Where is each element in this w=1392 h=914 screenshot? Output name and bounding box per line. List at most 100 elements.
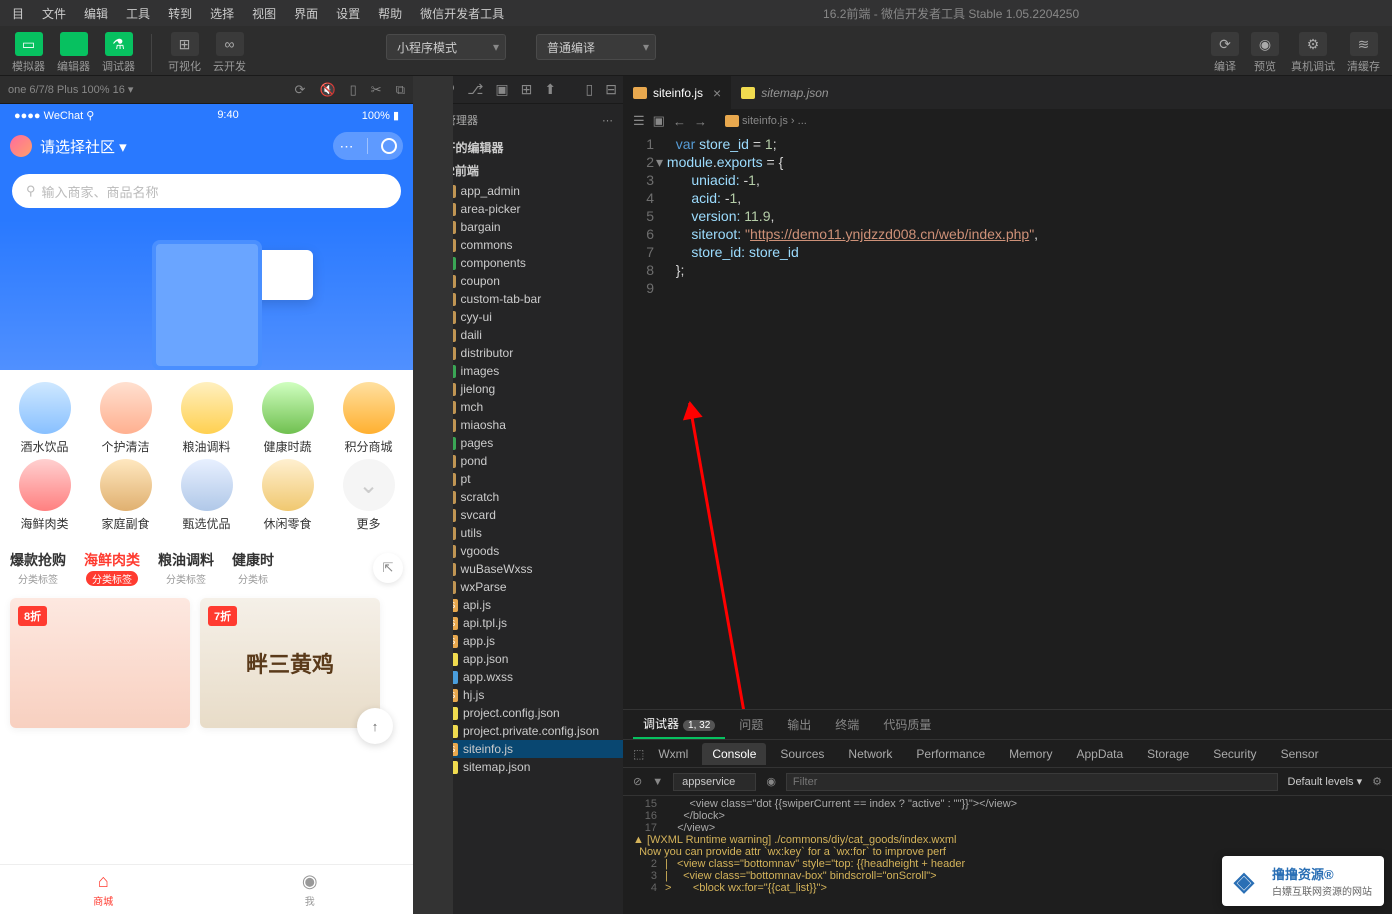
panel-tab[interactable]: 代码质量 — [873, 711, 941, 738]
breadcrumb[interactable]: ☰ ▣ ← → siteinfo.js › ... — [623, 109, 1392, 133]
devtools-tab[interactable]: Performance — [906, 743, 995, 765]
editor-tab[interactable]: sitemap.json — [731, 76, 838, 109]
back-icon[interactable]: ← — [673, 114, 686, 129]
filter-icon[interactable]: ▼ — [652, 776, 663, 788]
simulator-panel: one 6/7/8 Plus 100% 16 ▾ ⟳ 🔇 ▯ ✂ ⧉ ●●●● … — [0, 76, 413, 914]
cut-icon[interactable]: ✂ — [371, 82, 382, 98]
menu-item[interactable]: 选择 — [202, 2, 242, 25]
context-select[interactable]: appservice — [673, 773, 756, 791]
ext-icon[interactable]: ⊞ — [521, 81, 533, 98]
avatar[interactable] — [10, 135, 32, 157]
panel-tab[interactable]: 问题 — [729, 711, 773, 738]
toolbar-button[interactable]: ⚙真机调试 — [1287, 30, 1339, 76]
filter-input[interactable] — [786, 773, 1278, 791]
menu-item[interactable]: 帮助 — [370, 2, 410, 25]
toolbar-button[interactable]: ≋清缓存 — [1343, 30, 1384, 76]
devtools-tab[interactable]: AppData — [1066, 743, 1133, 765]
close-icon[interactable]: × — [713, 85, 721, 101]
product-card[interactable]: 7折畔三黄鸡 — [200, 598, 380, 728]
toolbar-button[interactable]: ▭模拟器 — [8, 30, 49, 76]
menu-item[interactable]: 视图 — [244, 2, 284, 25]
phone-preview: ●●●● WeChat ⚲ 9:40 100% ▮ 请选择社区 ▾ ⋯ ⚲输入商… — [0, 104, 413, 914]
devtools-tab[interactable]: Security — [1203, 743, 1266, 765]
annotation-arrow — [688, 403, 760, 709]
category-item[interactable]: 个护清洁 — [87, 382, 164, 455]
list-icon[interactable]: ☰ — [633, 113, 645, 129]
toolbar-select[interactable]: 小程序模式 — [386, 34, 506, 60]
product-card[interactable]: 8折 — [10, 598, 190, 728]
menu-bar: 目文件编辑工具转到选择视图界面设置帮助微信开发者工具 16.2前端 - 微信开发… — [0, 0, 1392, 26]
devtools-tab[interactable]: Network — [838, 743, 902, 765]
toolbar-button[interactable]: ⚗调试器 — [98, 30, 139, 76]
toolbar-select[interactable]: 普通编译 — [536, 34, 656, 60]
editor-tabs: siteinfo.js×sitemap.json — [623, 76, 1392, 109]
detach-icon[interactable]: ⧉ — [396, 82, 405, 98]
layout-icon[interactable]: ⊟ — [605, 81, 617, 98]
category-item[interactable]: 酒水饮品 — [6, 382, 83, 455]
inspect-icon[interactable]: ⬚ — [633, 747, 644, 761]
scroll-top-button[interactable]: ↑ — [357, 708, 393, 744]
devtools-tab[interactable]: Storage — [1137, 743, 1199, 765]
devtools-tab[interactable]: Memory — [999, 743, 1062, 765]
category-item[interactable]: 甄选优品 — [168, 459, 245, 532]
settings-icon[interactable]: ⚙ — [1372, 775, 1382, 788]
panel-tab[interactable]: 调试器1, 32 — [633, 710, 725, 739]
menu-item[interactable]: 转到 — [160, 2, 200, 25]
devtools-tab[interactable]: Sources — [770, 743, 834, 765]
menu-item[interactable]: 界面 — [286, 2, 326, 25]
menu-item[interactable]: 编辑 — [76, 2, 116, 25]
category-tab[interactable]: 爆款抢购分类标签 — [10, 550, 66, 586]
menu-item[interactable]: 目 — [4, 2, 32, 25]
fwd-icon[interactable]: → — [694, 114, 707, 129]
device-select[interactable]: one 6/7/8 Plus 100% 16 ▾ — [8, 83, 133, 96]
menu-item[interactable]: 工具 — [118, 2, 158, 25]
community-select[interactable]: 请选择社区 ▾ — [40, 136, 127, 157]
menu-item[interactable]: 设置 — [328, 2, 368, 25]
panel-icon[interactable]: ▯ — [586, 81, 594, 98]
bug-icon[interactable]: ⬆ — [544, 81, 556, 98]
more-icon[interactable]: ⋯ — [602, 114, 613, 127]
box-icon[interactable]: ▣ — [495, 81, 508, 98]
category-item[interactable]: 家庭副食 — [87, 459, 164, 532]
panel-tab[interactable]: 输出 — [777, 711, 821, 738]
levels-select[interactable]: Default levels ▾ — [1288, 775, 1363, 788]
eye-icon[interactable]: ◉ — [766, 775, 776, 788]
category-tab[interactable]: 粮油调料分类标签 — [158, 550, 214, 586]
category-tab[interactable]: 海鲜肉类分类标签 — [84, 550, 140, 586]
category-item[interactable]: 粮油调料 — [168, 382, 245, 455]
devtools-tab[interactable]: Sensor — [1271, 743, 1329, 765]
toolbar-button[interactable]: ∞云开发 — [209, 30, 250, 76]
banner[interactable] — [0, 220, 413, 370]
search-input[interactable]: ⚲输入商家、商品名称 — [12, 174, 401, 208]
phone-statusbar: ●●●● WeChat ⚲ 9:40 100% ▮ — [0, 104, 413, 126]
git-icon[interactable]: ⎇ — [467, 81, 483, 98]
share-button[interactable]: ⇱ — [373, 553, 403, 583]
toolbar-button[interactable]: ⟳编译 — [1207, 30, 1243, 76]
tabbar-item[interactable]: ◉我 — [207, 865, 414, 914]
menu-item[interactable]: 文件 — [34, 2, 74, 25]
toolbar-button[interactable]: ⊞可视化 — [164, 30, 205, 76]
category-tab[interactable]: 健康时分类标 — [232, 550, 274, 586]
toolbar-button[interactable]: 编辑器 — [53, 30, 94, 76]
tabbar-item[interactable]: ⌂商城 — [0, 865, 207, 914]
devtools-tab[interactable]: Console — [702, 743, 766, 765]
mute-icon[interactable]: 🔇 — [319, 82, 335, 98]
category-item[interactable]: 健康时蔬 — [249, 382, 326, 455]
devtools-tab[interactable]: Wxml — [648, 743, 698, 765]
activity-bar — [413, 76, 453, 914]
console-toolbar: ⊘ ▼ appservice ◉ Default levels ▾ ⚙ — [623, 768, 1392, 796]
bookmark-icon[interactable]: ▣ — [653, 113, 665, 129]
toolbar-button[interactable]: ◉预览 — [1247, 30, 1283, 76]
panel-tab[interactable]: 终端 — [825, 711, 869, 738]
category-item[interactable]: 积分商城 — [330, 382, 407, 455]
code-editor[interactable]: 123456789 var store_id = 1;▾ module.expo… — [623, 133, 1392, 709]
clear-icon[interactable]: ⊘ — [633, 775, 642, 788]
editor-tab[interactable]: siteinfo.js× — [623, 76, 731, 109]
category-item[interactable]: 休闲零食 — [249, 459, 326, 532]
capsule-button[interactable]: ⋯ — [333, 132, 403, 160]
rotate-icon[interactable]: ▯ — [350, 82, 357, 98]
menu-item[interactable]: 微信开发者工具 — [412, 2, 512, 25]
category-more[interactable]: ⌄更多 — [330, 459, 407, 532]
category-item[interactable]: 海鲜肉类 — [6, 459, 83, 532]
refresh-icon[interactable]: ⟳ — [295, 82, 306, 98]
